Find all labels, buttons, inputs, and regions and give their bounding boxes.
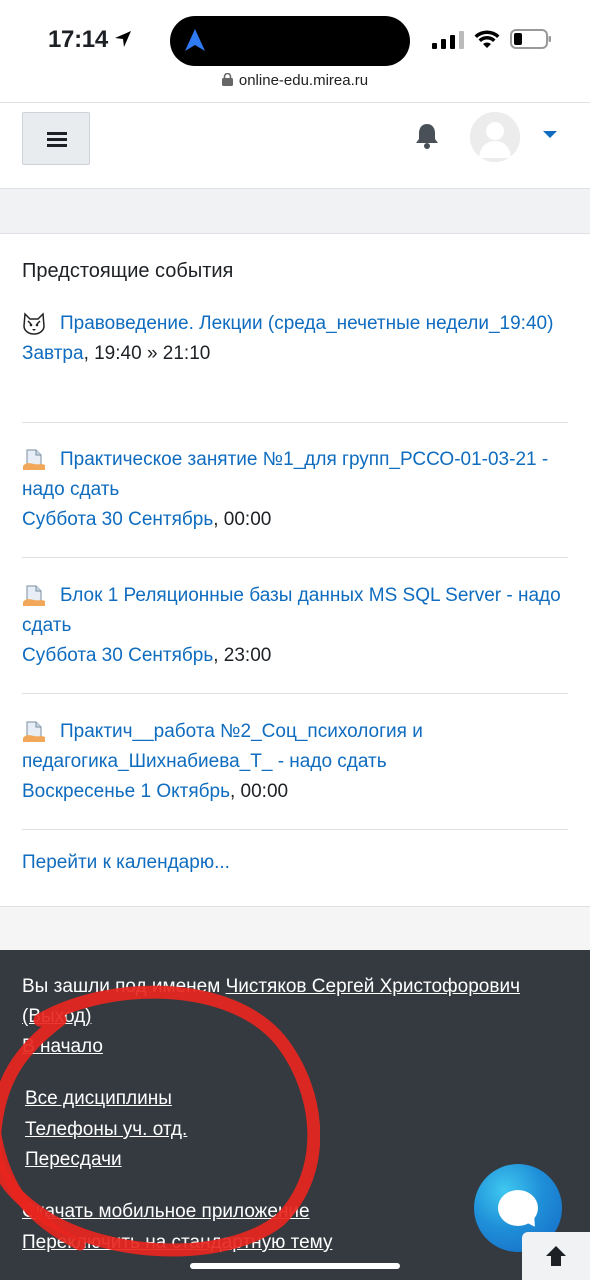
event-date-link[interactable]: Завтра: [22, 343, 84, 364]
user-menu-chevron-down-icon[interactable]: [543, 131, 557, 138]
switch-theme-link[interactable]: Переключить на стандартную тему: [22, 1232, 332, 1253]
event-item: Практическое занятие №1_для групп_РССО-0…: [22, 445, 568, 535]
event-link[interactable]: Практическое занятие №1_для групп_РССО-0…: [22, 445, 568, 505]
dynamic-island: [170, 16, 410, 66]
husky-icon: [23, 312, 45, 335]
assignment-icon: [23, 721, 45, 742]
status-bar: 17:14 online-edu.mirea.ru: [0, 0, 590, 100]
footer-link-line: Пересдачи: [25, 1149, 122, 1171]
event-date-link[interactable]: Суббота 30 Сентябрь: [22, 645, 213, 666]
location-arrow-icon: [115, 31, 131, 47]
event-link[interactable]: Правоведение. Лекции (среда_нечетные нед…: [22, 309, 568, 339]
mobile-app-link[interactable]: Скачать мобильное приложение: [22, 1201, 310, 1222]
assignment-icon: [23, 585, 45, 606]
event-item: Правоведение. Лекции (среда_нечетные нед…: [22, 309, 568, 369]
home-indicator: [190, 1263, 400, 1269]
home-link[interactable]: В начало: [22, 1036, 103, 1057]
battery-icon: [510, 29, 551, 49]
goto-calendar-link[interactable]: Перейти к календарю...: [22, 852, 230, 874]
assignment-icon: [23, 449, 45, 470]
content-band: [0, 188, 590, 234]
user-profile-link[interactable]: Чистяков Сергей Христофорович: [226, 976, 520, 997]
bell-icon[interactable]: [414, 122, 440, 150]
cellular-signal-icon: [432, 31, 464, 49]
footer-link-line: Скачать мобильное приложение: [22, 1201, 310, 1223]
event-link[interactable]: Практич__работа №2_Соц_психология и педа…: [22, 717, 568, 777]
hamburger-icon-line: [47, 144, 67, 147]
navigation-arrow-icon: [185, 29, 205, 51]
event-link[interactable]: Блок 1 Реляционные базы данных MS SQL Se…: [22, 581, 568, 641]
hamburger-icon: [47, 132, 67, 135]
menu-toggle-button[interactable]: [22, 112, 90, 165]
event-date-link[interactable]: Суббота 30 Сентябрь: [22, 509, 213, 530]
home-line: В начало: [22, 1036, 103, 1058]
divider: [22, 829, 568, 830]
url-bar[interactable]: online-edu.mirea.ru: [0, 72, 590, 89]
event-time: , 19:40 » 21:10: [83, 343, 211, 364]
footer-link-line: Все дисциплины: [25, 1088, 172, 1110]
event-item: Блок 1 Реляционные базы данных MS SQL Se…: [22, 581, 568, 671]
phones-link[interactable]: Телефоны уч. отд.: [25, 1119, 187, 1140]
event-time: , 00:00: [229, 781, 289, 802]
hamburger-icon-line: [47, 138, 67, 141]
page-gap: [0, 907, 590, 950]
all-courses-link[interactable]: Все дисциплины: [25, 1088, 172, 1109]
footer-link-line: Переключить на стандартную тему: [22, 1232, 332, 1254]
user-avatar[interactable]: [470, 112, 520, 162]
divider: [22, 422, 568, 423]
logout-link[interactable]: (Выход): [22, 1006, 92, 1027]
divider: [22, 557, 568, 558]
url-text: online-edu.mirea.ru: [238, 72, 369, 89]
arrow-up-icon: [546, 1246, 566, 1266]
event-time: , 00:00: [213, 509, 272, 530]
event-date-link[interactable]: Воскресенье 1 Октябрь: [22, 781, 230, 802]
clock: 17:14: [48, 26, 108, 53]
footer-link-line: Телефоны уч. отд.: [25, 1119, 187, 1141]
block-title: Предстоящие события: [22, 260, 234, 282]
event-item: Практич__работа №2_Соц_психология и педа…: [22, 717, 568, 807]
divider: [22, 693, 568, 694]
logout-line: (Выход): [22, 1006, 92, 1028]
lock-icon: [221, 73, 233, 86]
logged-in-prefix: Вы зашли под именем: [22, 976, 221, 997]
event-time: , 23:00: [213, 645, 272, 666]
logged-in-info: Вы зашли под именем Чистяков Сергей Хрис…: [22, 976, 520, 998]
retakes-link[interactable]: Пересдачи: [25, 1149, 122, 1170]
back-to-top-button[interactable]: [522, 1232, 590, 1280]
wifi-icon: [474, 30, 500, 48]
avatar-silhouette-icon: [470, 112, 520, 162]
